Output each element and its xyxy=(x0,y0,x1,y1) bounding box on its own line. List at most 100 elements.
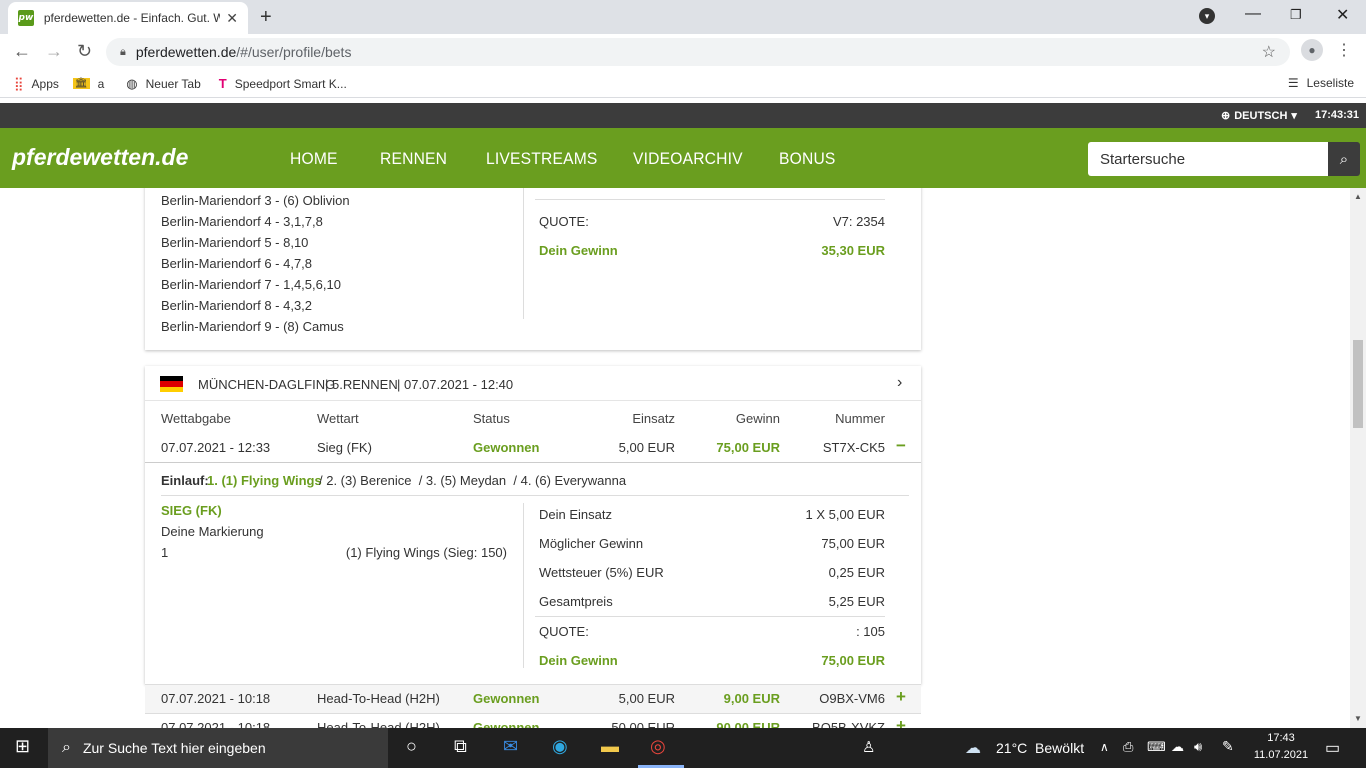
selection-line: Berlin-Mariendorf 8 - 4,3,2 xyxy=(161,298,313,313)
selection-line: Berlin-Mariendorf 4 - 3,1,7,8 xyxy=(161,214,323,229)
divider xyxy=(523,188,524,319)
notification-icon[interactable]: ▭ xyxy=(1325,738,1340,758)
marking-horse: (1) Flying Wings (Sieg: 150) xyxy=(345,545,507,560)
bet-type: Head-To-Head (H2H) xyxy=(317,691,440,706)
onedrive-cloud-icon[interactable]: ☁ xyxy=(1171,739,1184,755)
scroll-down-icon[interactable]: ▼ xyxy=(1354,714,1362,723)
apps-grid-icon: ⣿ xyxy=(14,75,24,91)
nav-rennen[interactable]: RENNEN xyxy=(380,149,447,169)
back-icon[interactable]: ← xyxy=(13,41,31,62)
collapse-icon[interactable]: − xyxy=(896,436,906,456)
header-wettart: Wettart xyxy=(317,411,359,426)
nav-bonus[interactable]: BONUS xyxy=(779,149,836,169)
divider xyxy=(161,495,909,496)
bet-status: Gewonnen xyxy=(473,440,540,455)
tab-close-icon[interactable]: ✕ xyxy=(226,10,238,27)
einlauf-rest: / 2. (3) Berenice / 3. (5) Meydan / 4. (… xyxy=(319,473,627,488)
taskbar-time[interactable]: 17:43 xyxy=(1254,732,1308,744)
window-close-icon[interactable]: ✕ xyxy=(1336,5,1349,25)
browser-toolbar: ← → ↻ 🔒︎ pferdewetten.de /#/user/profile… xyxy=(0,34,1366,70)
bet-number: BQ5B-XVKZ xyxy=(812,720,885,728)
bet-row[interactable]: 07.07.2021 - 10:18 Head-To-Head (H2H) Ge… xyxy=(145,684,921,713)
browser-tab-strip: pw pferdewetten.de - Einfach. Gut. W ✕ +… xyxy=(0,0,1366,34)
einlauf-label: Einlauf: xyxy=(161,473,209,488)
bookmark-a[interactable]: 🏛︎ a xyxy=(72,77,104,91)
quote-value: V7: 2354 xyxy=(832,214,885,229)
address-bar[interactable]: 🔒︎ pferdewetten.de /#/user/profile/bets … xyxy=(106,38,1290,66)
bet-status: Gewonnen xyxy=(473,691,540,706)
divider xyxy=(145,400,921,401)
reading-list-icon: ☰ xyxy=(1287,76,1299,90)
summary-value: 1 X 5,00 EUR xyxy=(805,507,886,522)
file-explorer-icon[interactable]: ▬ xyxy=(601,736,619,757)
site-logo[interactable]: pferdewetten.de xyxy=(12,144,188,171)
summary-label: Gesamtpreis xyxy=(539,594,613,609)
language-selector[interactable]: ⊕ DEUTSCH ▾ xyxy=(1221,109,1297,123)
taskbar-search-input[interactable]: ⌕ Zur Suche Text hier eingeben xyxy=(48,728,388,768)
bet-card-previous: Berlin-Mariendorf 3 - (6) Oblivion Berli… xyxy=(145,188,921,350)
forward-icon[interactable]: → xyxy=(45,41,63,62)
bookmark-apps[interactable]: ⣿ Apps xyxy=(14,76,59,92)
bookmark-speedport[interactable]: T Speedport Smart K... xyxy=(219,76,347,91)
bet-number: O9BX-VM6 xyxy=(819,691,885,706)
mail-icon[interactable]: ✉ xyxy=(503,736,518,757)
profile-avatar-icon[interactable]: ● xyxy=(1301,39,1323,61)
device-icon[interactable]: ⎙ xyxy=(1123,739,1133,755)
nav-videoarchiv[interactable]: VIDEOARCHIV xyxy=(633,149,743,169)
taskbar-date[interactable]: 11.07.2021 xyxy=(1249,749,1313,761)
tab-search-icon[interactable]: ▾ xyxy=(1199,8,1215,24)
minimize-icon[interactable]: — xyxy=(1245,5,1261,23)
header-gewinn: Gewinn xyxy=(735,411,780,426)
edge-icon[interactable]: ◉ xyxy=(552,736,568,757)
ime-icon[interactable]: ⌨ xyxy=(1147,739,1166,755)
bet-card: MÜNCHEN-DAGLFING | 5.RENNEN | 07.07.2021… xyxy=(145,366,921,684)
header-status: Status xyxy=(473,411,510,426)
url-host: pferdewetten.de xyxy=(135,44,237,60)
summary-label: Wettsteuer (5%) EUR xyxy=(539,565,664,580)
restore-icon[interactable]: ❐ xyxy=(1290,7,1302,23)
bet-row[interactable]: 07.07.2021 - 10:18 Head-To-Head (H2H) Ge… xyxy=(145,713,921,728)
browser-tab[interactable]: pw pferdewetten.de - Einfach. Gut. W ✕ xyxy=(8,2,248,34)
page-scrollbar[interactable]: ▲ ▼ xyxy=(1350,188,1366,728)
people-icon[interactable]: ♙ xyxy=(862,738,875,756)
weather-text[interactable]: 21°C Bewölkt xyxy=(996,740,1084,756)
bet-type: Sieg (FK) xyxy=(317,440,372,455)
url-path: /#/user/profile/bets xyxy=(236,44,352,60)
starter-search-input[interactable]: Startersuche xyxy=(1088,142,1328,176)
volume-icon[interactable]: 🔊︎ xyxy=(1194,739,1202,755)
globe-icon: ◍ xyxy=(126,75,138,91)
site-top-bar: ⊕ DEUTSCH ▾ 17:43:31 xyxy=(0,103,1366,128)
pen-icon[interactable]: ✎ xyxy=(1222,738,1234,755)
reading-list[interactable]: ☰ Leseliste xyxy=(1288,76,1354,90)
bet-date: 07.07.2021 - 10:18 xyxy=(161,720,271,728)
expand-icon[interactable]: + xyxy=(896,716,906,728)
cortana-icon[interactable]: ○ xyxy=(406,736,417,757)
bet-type: Head-To-Head (H2H) xyxy=(317,720,440,728)
globe-icon: ⊕ xyxy=(1221,110,1231,122)
expand-icon[interactable]: + xyxy=(896,687,906,707)
scroll-up-icon[interactable]: ▲ xyxy=(1354,192,1362,201)
bookmark-star-icon[interactable]: ☆ xyxy=(1262,42,1276,62)
show-hidden-icons-icon[interactable]: ∧ xyxy=(1100,740,1109,754)
reload-icon[interactable]: ↻ xyxy=(77,41,92,62)
chevron-right-icon[interactable]: › xyxy=(897,374,902,392)
cloud-weather-icon[interactable]: ☁ xyxy=(965,738,981,758)
win-value: 75,00 EUR xyxy=(821,653,885,668)
bookmarks-bar: ⣿ Apps 🏛︎ a ◍ Neuer Tab T Speedport Smart K.… xyxy=(0,70,1366,98)
header-einsatz: Einsatz xyxy=(632,411,675,426)
new-tab-icon[interactable]: + xyxy=(260,6,272,29)
scrollbar-thumb[interactable] xyxy=(1353,340,1363,428)
windows-start-icon[interactable]: ⊞ xyxy=(15,736,30,757)
summary-label: Möglicher Gewinn xyxy=(539,536,644,551)
browser-menu-icon[interactable]: ⋮ xyxy=(1336,40,1352,60)
bet-win: 9,00 EUR xyxy=(723,691,780,706)
task-view-icon[interactable]: ⧉ xyxy=(454,736,467,757)
nav-livestreams[interactable]: LIVESTREAMS xyxy=(486,149,598,169)
nav-home[interactable]: HOME xyxy=(290,149,338,169)
bookmark-new-tab[interactable]: ◍ Neuer Tab xyxy=(126,76,201,92)
search-icon[interactable]: ⌕ xyxy=(1328,142,1360,176)
chrome-icon[interactable]: ◎ xyxy=(650,736,666,757)
lock-icon[interactable]: 🔒︎ xyxy=(120,46,126,59)
bet-stake: 5,00 EUR xyxy=(618,691,675,706)
win-value: 35,30 EUR xyxy=(821,243,885,258)
